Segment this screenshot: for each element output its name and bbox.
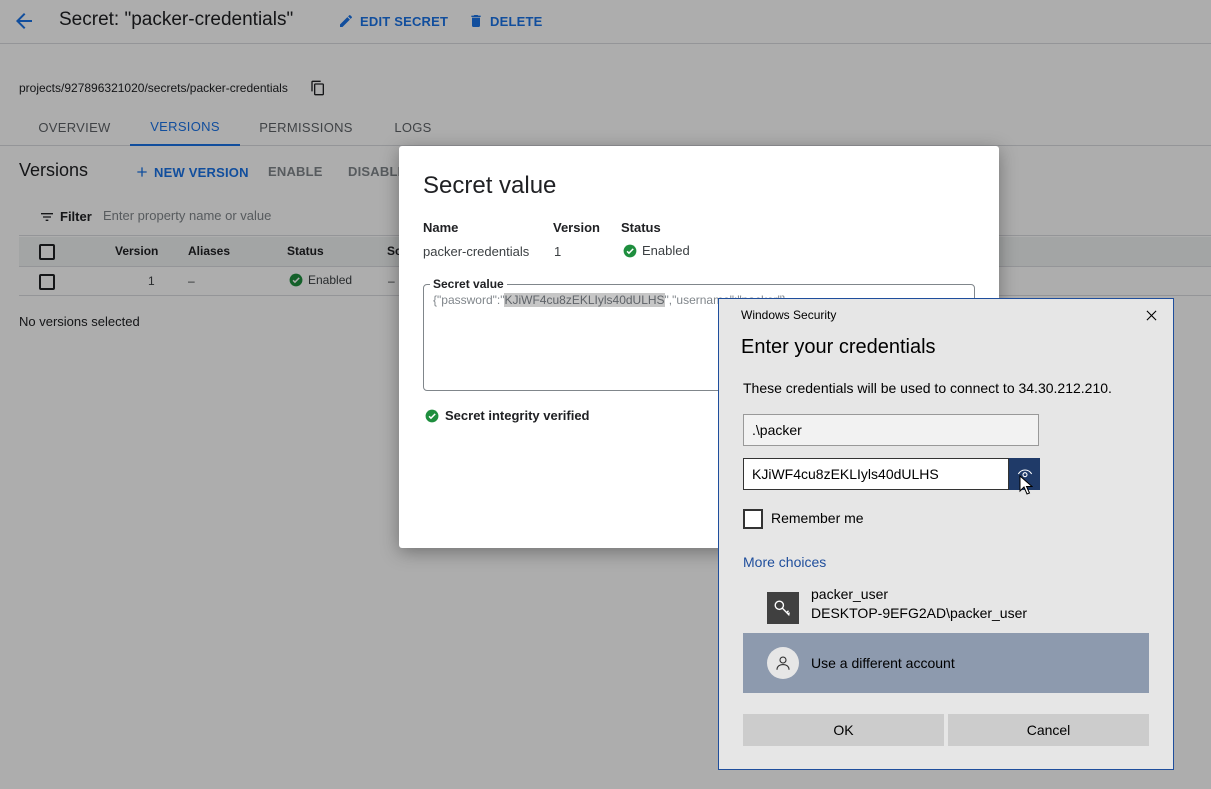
person-icon: [767, 647, 799, 679]
windows-security-dialog: Windows Security Enter your credentials …: [718, 298, 1174, 770]
connection-info: These credentials will be used to connec…: [743, 380, 1112, 396]
integrity-label: Secret integrity verified: [445, 408, 590, 423]
remember-me-checkbox[interactable]: [743, 509, 763, 529]
close-button[interactable]: [1137, 304, 1165, 326]
saved-account-name: packer_user: [811, 586, 889, 602]
version-label: Version: [553, 220, 600, 235]
name-label: Name: [423, 220, 459, 235]
dialog-title: Secret value: [423, 172, 557, 199]
secret-prefix: {"password":": [433, 293, 505, 307]
secret-selected-password: KJiWF4cu8zEKLIyls40dULHS: [504, 293, 665, 307]
status-value-label: Enabled: [642, 243, 690, 258]
secret-value-field-label: Secret value: [430, 277, 507, 291]
more-choices-link[interactable]: More choices: [743, 554, 826, 570]
saved-account-option[interactable]: packer_user DESKTOP-9EFG2AD\packer_user: [743, 582, 1149, 632]
status-value: Enabled: [623, 243, 690, 258]
version-value: 1: [554, 244, 562, 259]
check-circle-icon: [425, 409, 439, 422]
username-field[interactable]: [743, 414, 1039, 446]
password-field[interactable]: [743, 458, 1009, 490]
cancel-button[interactable]: Cancel: [948, 714, 1149, 746]
key-icon: [767, 592, 799, 624]
different-account-option[interactable]: Use a different account: [743, 633, 1149, 693]
integrity-status: Secret integrity verified: [425, 408, 590, 423]
remember-me-label[interactable]: Remember me: [771, 510, 864, 526]
saved-account-domain: DESKTOP-9EFG2AD\packer_user: [811, 605, 1028, 621]
ok-button[interactable]: OK: [743, 714, 944, 746]
name-value: packer-credentials: [423, 244, 530, 259]
different-account-label: Use a different account: [811, 655, 955, 671]
status-label: Status: [621, 220, 661, 235]
eye-icon: [1017, 469, 1032, 478]
window-caption: Windows Security: [741, 308, 837, 322]
check-circle-icon: [623, 244, 637, 257]
dialog-heading: Enter your credentials: [741, 336, 936, 358]
reveal-password-button[interactable]: [1009, 458, 1040, 490]
close-icon: [1146, 310, 1156, 320]
